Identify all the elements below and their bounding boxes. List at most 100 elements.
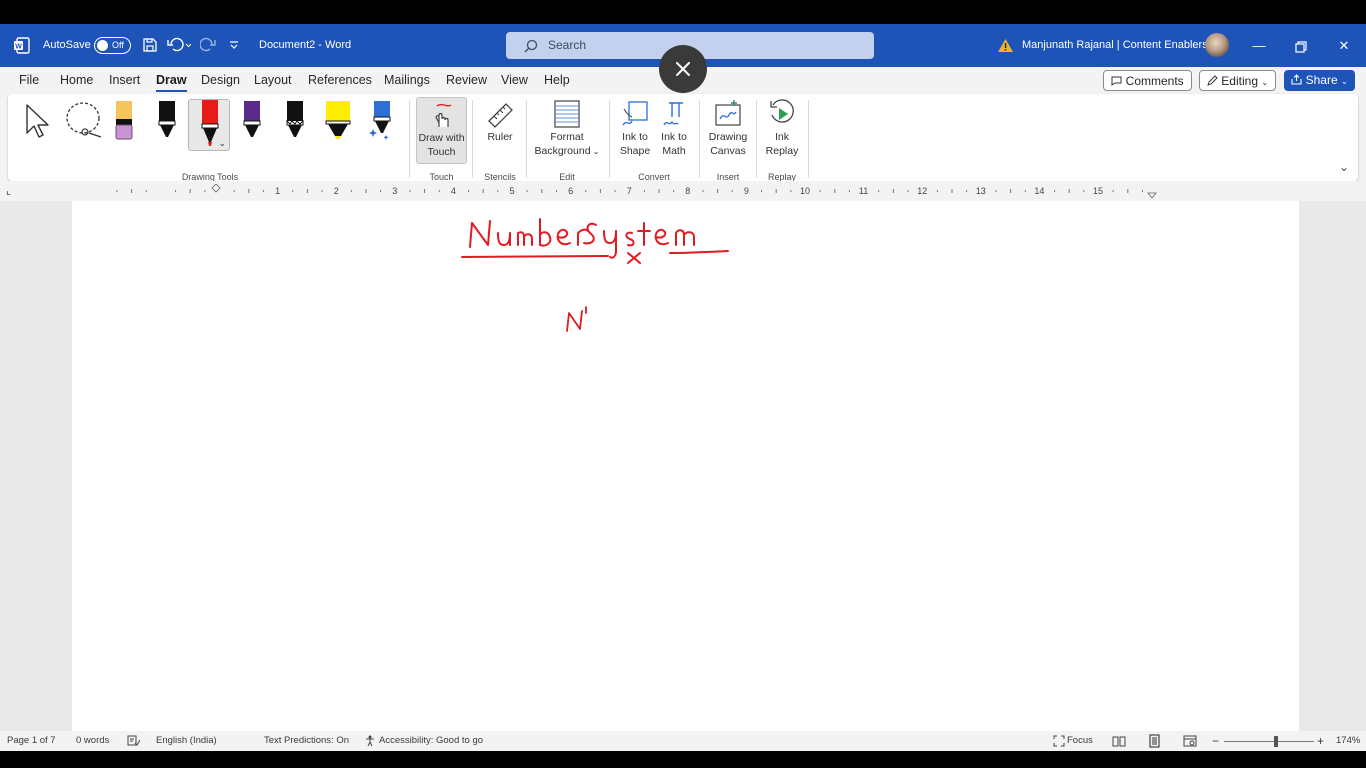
chevron-down-icon[interactable]: ⌄ [218, 138, 226, 149]
collapse-ribbon-icon[interactable]: ⌄ [1339, 160, 1349, 174]
autosave-toggle[interactable]: Off [94, 37, 131, 54]
zoom-slider-thumb[interactable] [1274, 736, 1278, 747]
save-icon[interactable] [142, 37, 158, 53]
undo-icon[interactable] [167, 37, 191, 53]
proofing-icon[interactable] [127, 735, 140, 747]
warning-icon[interactable] [997, 38, 1014, 53]
accessibility-icon[interactable] [364, 735, 377, 747]
tab-stop-selector[interactable]: ⌞ [6, 184, 11, 197]
tab-file[interactable]: File [19, 67, 39, 94]
tab-review[interactable]: Review [446, 67, 487, 94]
avatar[interactable] [1205, 33, 1229, 57]
document-page[interactable] [72, 201, 1299, 732]
user-name[interactable]: Manjunath Rajanal | Content Enablers [1022, 24, 1208, 67]
ink-letter-n[interactable] [562, 303, 592, 335]
ruler-tick [365, 189, 367, 193]
ruler-tick [995, 190, 997, 192]
autosave-label: AutoSave [43, 39, 91, 51]
draw-with-touch-button[interactable]: Draw with Touch [416, 97, 467, 164]
ink-to-math-line2: Math [662, 145, 686, 157]
ruler-tick [1112, 190, 1114, 192]
tab-view[interactable]: View [501, 67, 528, 94]
ink-to-shape-button[interactable]: Ink to Shape [615, 97, 655, 157]
focus-icon[interactable] [1053, 735, 1065, 747]
galaxy-pen-icon[interactable] [368, 99, 394, 141]
restore-icon[interactable] [1280, 24, 1322, 67]
tab-draw[interactable]: Draw [156, 67, 187, 94]
accessibility-status[interactable]: Accessibility: Good to go [379, 731, 483, 751]
ruler-tick [262, 190, 264, 192]
ruler-tick [907, 190, 909, 192]
red-pen-selected[interactable]: ⌄ [188, 99, 230, 151]
ruler-tick [145, 190, 147, 192]
purple-pen-icon[interactable] [241, 99, 263, 141]
ruler-tick [116, 190, 118, 192]
customize-qat-icon[interactable] [229, 40, 239, 50]
ruler-tick [951, 189, 953, 193]
editing-mode-button[interactable]: Editing ⌄ [1199, 70, 1276, 91]
word-count[interactable]: 0 words [76, 731, 109, 751]
ruler-tick [614, 190, 616, 192]
ruler-tick [790, 190, 792, 192]
ruler-button[interactable]: Ruler [478, 97, 522, 157]
page-count[interactable]: Page 1 of 7 [7, 731, 56, 751]
ruler-tick [468, 190, 470, 192]
ink-to-math-button[interactable]: Ink to Math [655, 97, 693, 157]
zoom-slider[interactable] [1224, 736, 1314, 747]
tab-help[interactable]: Help [544, 67, 570, 94]
black-pen-icon[interactable] [156, 99, 178, 141]
web-layout-icon[interactable] [1183, 735, 1197, 747]
tab-insert[interactable]: Insert [109, 67, 140, 94]
tab-design[interactable]: Design [201, 67, 240, 94]
yellow-highlighter-icon[interactable] [324, 99, 352, 141]
tab-mailings[interactable]: Mailings [384, 67, 430, 94]
ruler-tick [936, 190, 938, 192]
comment-icon [1111, 76, 1122, 86]
ink-heading-numbersystem[interactable] [460, 211, 760, 271]
ruler-number: 14 [1034, 186, 1044, 196]
tab-references[interactable]: References [308, 67, 372, 94]
ruler-number: 12 [917, 186, 927, 196]
ruler-tick [292, 190, 294, 192]
language[interactable]: English (India) [156, 731, 217, 751]
read-mode-icon[interactable] [1112, 735, 1126, 747]
tab-layout[interactable]: Layout [254, 67, 292, 94]
status-bar: Page 1 of 7 0 words English (India) Text… [0, 731, 1366, 751]
ruler-tick [643, 190, 645, 192]
eraser-icon[interactable] [114, 99, 134, 141]
ruler-number: 8 [685, 186, 690, 196]
redo-icon[interactable] [200, 37, 218, 53]
ink-replay-line2: Replay [765, 145, 799, 157]
tab-home[interactable]: Home [60, 67, 93, 94]
print-layout-icon[interactable] [1148, 734, 1161, 748]
overlay-close-button[interactable] [659, 45, 707, 93]
text-predictions[interactable]: Text Predictions: On [264, 731, 349, 751]
drawing-canvas-button[interactable]: Drawing Canvas [705, 97, 751, 157]
ink-replay-button[interactable]: Ink Replay [760, 97, 804, 157]
ruler-number: 1 [275, 186, 280, 196]
horizontal-ruler[interactable]: 1 2 3 4 5 6 7 8 9 10 11 12 13 14 15 [22, 184, 1300, 198]
ruler-tick [775, 189, 777, 193]
close-window-icon[interactable]: ✕ [1323, 24, 1365, 67]
black-marker-icon[interactable] [284, 99, 306, 141]
format-background-button[interactable]: Format Background ⌄ [531, 97, 603, 157]
word-app-icon[interactable]: W [13, 37, 30, 54]
format-background-line2: Background [534, 145, 591, 157]
select-objects-icon[interactable] [24, 102, 54, 140]
ruler-tick [1083, 190, 1085, 192]
zoom-out-icon[interactable]: − [1212, 731, 1219, 751]
focus-label[interactable]: Focus [1067, 731, 1093, 751]
comments-button[interactable]: Comments [1103, 70, 1192, 91]
ruler-tick [702, 190, 704, 192]
close-icon [676, 62, 690, 76]
ruler-tick [306, 189, 308, 193]
ruler-tick [819, 190, 821, 192]
zoom-level[interactable]: 174% [1336, 731, 1360, 751]
svg-text:W: W [15, 44, 22, 51]
zoom-in-icon[interactable]: + [1317, 731, 1324, 751]
ruler-tick [497, 190, 499, 192]
share-button[interactable]: Share ⌄ [1284, 70, 1355, 91]
lasso-select-icon[interactable] [63, 100, 105, 140]
minimize-icon[interactable]: — [1238, 24, 1280, 67]
ruler-number: 3 [392, 186, 397, 196]
